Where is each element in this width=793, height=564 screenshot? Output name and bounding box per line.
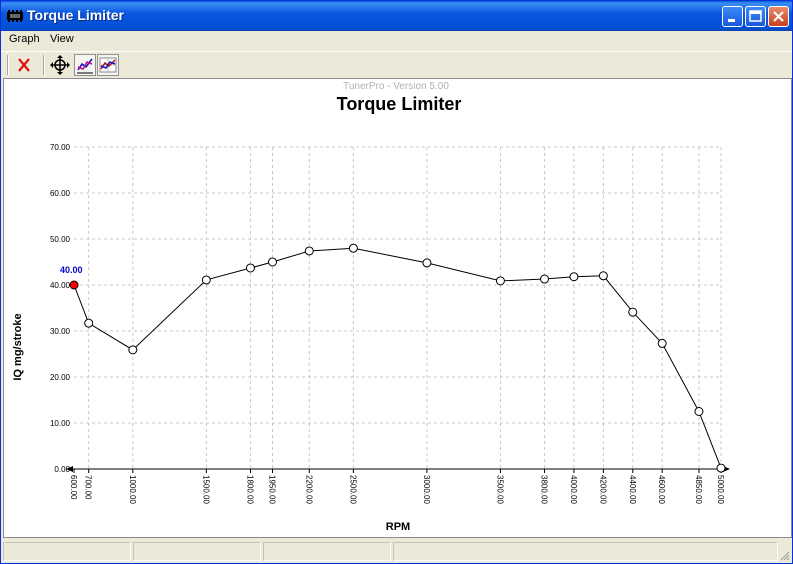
minimize-icon [728, 19, 735, 22]
graph-area: 0.00 10.00 20.00 30.00 40.00 50.00 60.00 70.00 6… [3, 78, 792, 538]
y-tick-label: 10.00 [50, 419, 71, 428]
line-graph-icon [77, 58, 93, 74]
x-tick-label: 3800.00 [540, 475, 549, 504]
x-axis-label: RPM [386, 521, 410, 533]
x-tick-label: 700.00 [84, 475, 93, 500]
menu-bar: Graph View [1, 31, 792, 50]
delete-button[interactable] [13, 54, 35, 76]
window: Torque Limiter Graph View 0.00 10.00 20.… [0, 0, 793, 564]
data-point [716, 463, 726, 473]
data-point [540, 274, 550, 284]
y-tick-label: 30.00 [50, 327, 71, 336]
data-point [422, 258, 432, 268]
toolbar-separator [7, 55, 9, 75]
grid-graph-icon [99, 57, 117, 73]
graph-mode-button[interactable] [74, 54, 96, 76]
status-cell-1 [3, 542, 131, 561]
selected-data-point [69, 280, 79, 290]
x-tick-label: 600.00 [69, 475, 78, 500]
graph-2d-button[interactable] [97, 54, 119, 76]
maximize-button[interactable] [745, 6, 766, 27]
selected-value-label: 40.00 [60, 265, 83, 275]
menu-graph[interactable]: Graph [9, 33, 40, 45]
y-tick-label: 70.00 [50, 143, 71, 152]
x-tick-label: 5000.00 [716, 475, 725, 504]
y-axis-label: IQ mg/stroke [12, 313, 24, 380]
x-tick-label: 1950.00 [268, 475, 277, 504]
app-icon [7, 10, 23, 22]
x-tick-label: 3500.00 [495, 475, 504, 504]
resize-grip-icon[interactable] [778, 549, 790, 561]
minimize-button[interactable] [722, 6, 743, 27]
y-tick-label: 50.00 [50, 235, 71, 244]
toolbar [1, 51, 792, 78]
close-window-button[interactable] [768, 6, 789, 27]
chart-title: Torque Limiter [337, 94, 462, 114]
data-point [84, 318, 94, 328]
y-tick-label: 60.00 [50, 189, 71, 198]
x-tick-label: 2500.00 [348, 475, 357, 504]
x-tick-label: 4000.00 [569, 475, 578, 504]
x-tick-label: 4200.00 [598, 475, 607, 504]
move-button[interactable] [49, 54, 71, 76]
version-label: TunerPro - Version 5.00 [343, 81, 449, 92]
window-title: Torque Limiter [27, 7, 124, 23]
torque-chart: 0.0010.0020.0030.0040.0050.0060.0070.006… [12, 81, 730, 533]
data-point [569, 272, 579, 282]
close-icon [773, 11, 784, 22]
data-point [128, 345, 138, 355]
x-tick-label: 3000.00 [422, 475, 431, 504]
status-cell-4 [393, 542, 778, 561]
status-cell-3 [263, 542, 391, 561]
menu-view[interactable]: View [50, 33, 74, 45]
toolbar-separator [43, 55, 45, 75]
x-tick-label: 4850.00 [694, 475, 703, 504]
data-point [628, 307, 638, 317]
data-point [268, 257, 278, 267]
series-line [73, 247, 722, 469]
data-point [348, 243, 358, 253]
x-tick-label: 4400.00 [628, 475, 637, 504]
x-tick-label: 1000.00 [128, 475, 137, 504]
x-tick-label: 4600.00 [657, 475, 666, 504]
data-point [201, 275, 211, 285]
data-point [657, 338, 667, 348]
x-tick-label: 1800.00 [245, 475, 254, 504]
title-bar[interactable]: Torque Limiter [1, 1, 792, 31]
x-tick-label: 2200.00 [304, 475, 313, 504]
data-point [694, 407, 704, 416]
status-cell-2 [133, 542, 261, 561]
y-tick-label: 20.00 [50, 373, 71, 382]
data-point [495, 276, 505, 286]
data-point [304, 246, 314, 256]
red-x-icon [18, 58, 30, 72]
y-tick-label: 40.00 [50, 281, 71, 290]
maximize-icon [749, 10, 762, 22]
move-crosshair-icon [50, 55, 70, 75]
data-point [245, 263, 255, 273]
data-point [598, 271, 608, 281]
status-bar [1, 540, 792, 563]
x-tick-label: 1500.00 [201, 475, 210, 504]
